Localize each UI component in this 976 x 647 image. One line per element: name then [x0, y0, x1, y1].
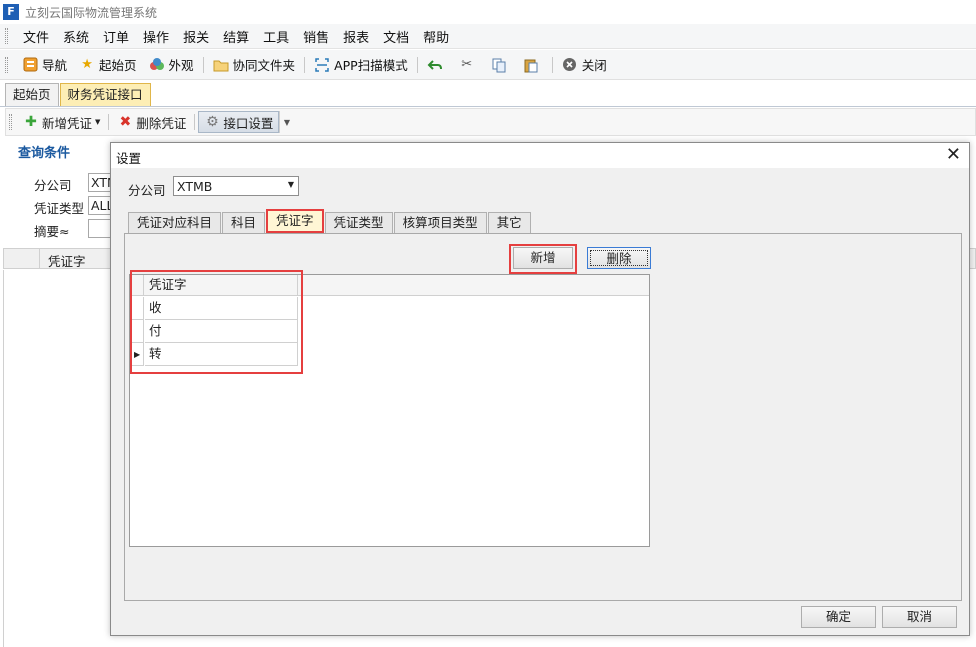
overflow-dropdown-button[interactable]: ▼	[279, 111, 293, 133]
delete-voucher-button[interactable]: ✖ 删除凭证	[112, 111, 191, 133]
app-scan-button[interactable]: APP扫描模式	[308, 53, 414, 77]
voucher-toolbar: ✚ 新增凭证 ▼ ✖ 删除凭证 ⚙ 接口设置 ▼	[5, 108, 976, 136]
title-bar: F 立刻云国际物流管理系统	[0, 0, 976, 24]
folder-icon	[213, 57, 229, 73]
window-title: 立刻云国际物流管理系统	[25, 5, 158, 20]
toolbar-separator	[551, 56, 553, 73]
subtoolbar-separator	[108, 114, 110, 130]
subtoolbar-separator	[194, 114, 196, 130]
dialog-branch-select[interactable]: XTMB ▼	[173, 176, 299, 196]
toolbar-grip	[5, 56, 8, 73]
add-button[interactable]: 新增	[513, 247, 573, 269]
nav-button[interactable]: 导航	[16, 53, 73, 77]
query-section-title: 查询条件	[18, 146, 71, 161]
tab-voucher-type[interactable]: 凭证类型	[324, 212, 393, 233]
document-tabs: 起始页 财务凭证接口	[0, 82, 976, 107]
menu-help[interactable]: 帮助	[416, 27, 456, 46]
gear-icon: ⚙	[206, 114, 219, 130]
ok-button[interactable]: 确定	[801, 606, 876, 628]
dialog-branch-value: XTMB	[177, 179, 213, 194]
interface-settings-button[interactable]: ⚙ 接口设置	[198, 111, 280, 133]
menu-tools[interactable]: 工具	[256, 27, 296, 46]
grid-highlight	[130, 270, 303, 374]
cancel-button[interactable]: 取消	[882, 606, 957, 628]
app-logo-icon: F	[3, 4, 19, 20]
close-button[interactable]: 关闭	[556, 53, 613, 77]
star-icon: ★	[81, 56, 93, 72]
chevron-down-icon: ▼	[283, 117, 291, 127]
toolbar-separator	[304, 56, 306, 73]
scan-icon	[314, 57, 330, 73]
paste-button[interactable]	[517, 53, 549, 77]
app-scan-label: APP扫描模式	[334, 58, 408, 73]
cut-icon: ✂	[461, 56, 473, 72]
menu-operation[interactable]: 操作	[136, 27, 176, 46]
tab-finance-voucher-interface[interactable]: 财务凭证接口	[59, 83, 151, 106]
copy-icon	[491, 57, 507, 73]
column-header-voucher-word[interactable]: 凭证字	[48, 251, 86, 270]
add-voucher-button[interactable]: ✚ 新增凭证 ▼	[18, 111, 105, 133]
delete-button-label: 删除	[590, 250, 648, 266]
delete-x-icon: ✖	[119, 114, 132, 130]
voucher-type-label: 凭证类型	[34, 201, 85, 216]
shared-folder-button[interactable]: 协同文件夹	[207, 53, 302, 77]
menu-bar: 文件 系统 订单 操作 报关 结算 工具 销售 报表 文档 帮助	[0, 24, 976, 49]
appearance-button[interactable]: 外观	[143, 53, 200, 77]
menu-sales[interactable]: 销售	[296, 27, 336, 46]
settings-tabs: 凭证对应科目 科目 凭证字 凭证类型 核算项目类型 其它	[128, 209, 532, 233]
undo-icon	[427, 57, 443, 73]
cut-button[interactable]: ✂	[453, 53, 485, 77]
home-label: 起始页	[99, 58, 137, 73]
palette-icon	[149, 57, 165, 73]
close-label: 关闭	[581, 58, 607, 73]
main-toolbar: 导航 ★ 起始页 外观 协同文件夹 APP扫描模式 ✂ 关闭	[0, 50, 976, 80]
menu-documents[interactable]: 文档	[376, 27, 416, 46]
dialog-title: 设置	[116, 151, 142, 166]
settings-dialog: 设置 ✕ 分公司 XTMB ▼ 凭证对应科目 科目 凭证字 凭证类型 核算项目类…	[110, 142, 970, 636]
menu-customs[interactable]: 报关	[176, 27, 216, 46]
tab-voucher-account-mapping[interactable]: 凭证对应科目	[128, 212, 222, 233]
tab-home[interactable]: 起始页	[5, 83, 59, 106]
dialog-branch-label: 分公司	[128, 183, 166, 198]
menu-grip	[5, 28, 8, 44]
tab-accounting-item-type[interactable]: 核算项目类型	[393, 212, 487, 233]
nav-label: 导航	[42, 58, 68, 73]
voucher-grid-body	[3, 270, 113, 647]
summary-label: 摘要≈	[34, 224, 70, 239]
subtoolbar-grip	[9, 114, 12, 130]
row-selector-header	[4, 249, 40, 268]
paste-icon	[523, 57, 539, 73]
menu-order[interactable]: 订单	[96, 27, 136, 46]
appearance-label: 外观	[168, 58, 194, 73]
branch-label: 分公司	[34, 178, 72, 193]
menu-reports[interactable]: 报表	[336, 27, 376, 46]
copy-button[interactable]	[485, 53, 517, 77]
dialog-title-bar: 设置 ✕	[111, 143, 969, 168]
nav-icon	[22, 57, 38, 73]
delete-voucher-label: 删除凭证	[136, 115, 187, 131]
menu-settlement[interactable]: 结算	[216, 27, 256, 46]
undo-button[interactable]	[421, 53, 453, 77]
close-circle-icon	[562, 57, 578, 73]
chevron-down-icon: ▼	[95, 118, 101, 126]
menu-system[interactable]: 系统	[56, 27, 96, 46]
shared-folder-label: 协同文件夹	[232, 58, 296, 73]
menu-file[interactable]: 文件	[16, 27, 56, 46]
toolbar-separator	[202, 56, 204, 73]
plus-icon: ✚	[25, 114, 37, 130]
close-icon[interactable]: ✕	[946, 145, 961, 165]
chevron-down-icon: ▼	[287, 180, 294, 189]
tab-voucher-word[interactable]: 凭证字	[266, 209, 324, 233]
delete-button[interactable]: 删除	[587, 247, 651, 269]
toolbar-separator	[416, 56, 418, 73]
tab-other[interactable]: 其它	[487, 212, 531, 233]
tab-accounts[interactable]: 科目	[222, 212, 266, 233]
interface-settings-label: 接口设置	[223, 115, 274, 131]
add-voucher-label: 新增凭证	[42, 115, 93, 131]
home-button[interactable]: ★ 起始页	[73, 53, 143, 77]
